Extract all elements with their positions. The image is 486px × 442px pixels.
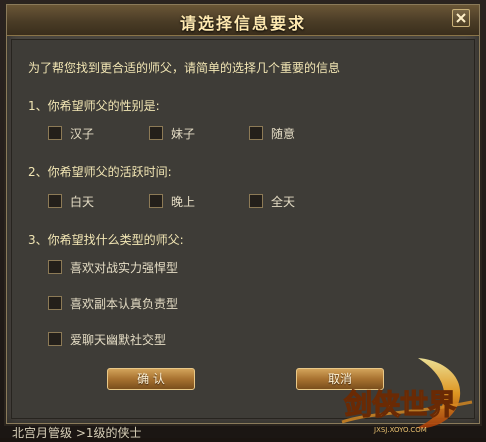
dialog-title: 请选择信息要求 (179, 14, 306, 33)
question-mentor-type: 3、你希望找什么类型的师父: (28, 233, 184, 247)
close-button[interactable] (452, 9, 470, 27)
checkbox[interactable] (48, 296, 62, 310)
option-label: 白天 (70, 195, 95, 209)
option-label: 爱聊天幽默社交型 (70, 333, 167, 347)
logo-emblem-icon: 剑侠世界 JXSJ.XOYO.COM (341, 358, 473, 434)
background-chat-text: 北宫月管级 >1级的侠士 (12, 426, 142, 440)
question-active-time: 2、你希望师父的活跃时间: (28, 165, 172, 179)
option-label: 喜欢副本认真负责型 (70, 297, 179, 311)
dialog-titlebar: 请选择信息要求 (7, 5, 479, 36)
option-label: 全天 (271, 195, 296, 209)
close-icon (456, 13, 466, 23)
checkbox[interactable] (48, 332, 62, 346)
confirm-button[interactable]: 确 认 (107, 368, 195, 390)
checkbox[interactable] (48, 260, 62, 274)
option-label: 晚上 (171, 195, 196, 209)
intro-text: 为了帮您找到更合适的师父，请简单的选择几个重要的信息 (28, 61, 341, 75)
logo-title: 剑侠世界 (344, 388, 456, 421)
checkbox[interactable] (48, 126, 62, 140)
option-label: 汉子 (70, 127, 95, 141)
logo-subtitle: JXSJ.XOYO.COM (373, 426, 427, 434)
checkbox[interactable] (48, 194, 62, 208)
checkbox[interactable] (249, 126, 263, 140)
question-gender: 1、你希望师父的性别是: (28, 99, 160, 113)
checkbox[interactable] (149, 194, 163, 208)
option-label: 喜欢对战实力强悍型 (70, 261, 179, 275)
game-logo: 剑侠世界 JXSJ.XOYO.COM (322, 352, 486, 438)
checkbox[interactable] (249, 194, 263, 208)
option-label: 妹子 (171, 127, 196, 141)
checkbox[interactable] (149, 126, 163, 140)
option-label: 随意 (271, 127, 296, 141)
